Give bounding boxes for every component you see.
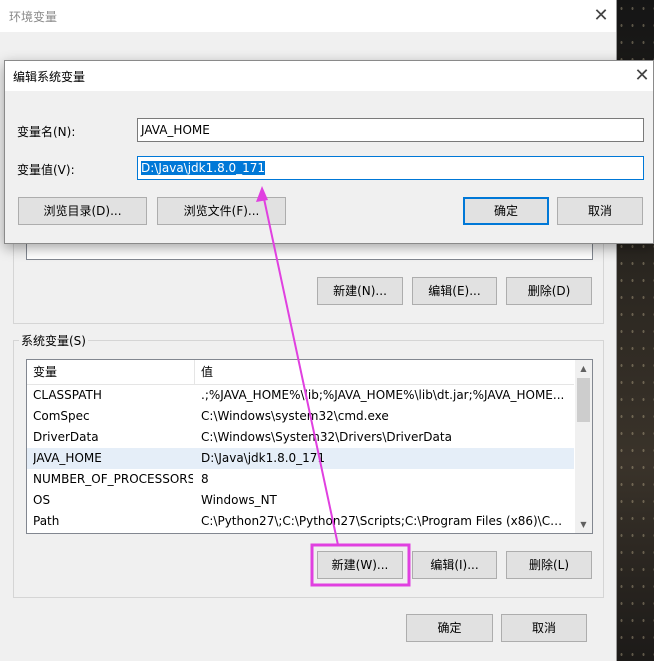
system-var-new-button[interactable]: 新建(W)...: [317, 551, 403, 579]
browse-file-button[interactable]: 浏览文件(F)...: [157, 197, 286, 225]
row-value: 8: [201, 472, 209, 486]
table-row[interactable]: CLASSPATH .;%JAVA_HOME%\lib;%JAVA_HOME%\…: [27, 385, 574, 406]
close-icon[interactable]: ✕: [627, 64, 654, 88]
edit-cancel-button[interactable]: 取消: [557, 197, 643, 225]
edit-dialog-titlebar: 编辑系统变量 ✕: [5, 61, 653, 91]
row-value: C:\Python27\;C:\Python27\Scripts;C:\Prog…: [201, 514, 568, 528]
table-row[interactable]: DriverData C:\Windows\System32\Drivers\D…: [27, 427, 574, 448]
table-row-selected[interactable]: JAVA_HOME D:\Java\jdk1.8.0_171: [27, 448, 574, 469]
row-value: C:\Windows\system32\cmd.exe: [201, 409, 389, 423]
row-name: DriverData: [33, 430, 99, 444]
env-window-title: 环境变量: [9, 10, 58, 24]
table-row[interactable]: ComSpec C:\Windows\system32\cmd.exe: [27, 406, 574, 427]
env-cancel-button[interactable]: 取消: [501, 614, 587, 642]
browse-directory-button[interactable]: 浏览目录(D)...: [18, 197, 147, 225]
system-variables-list[interactable]: 变量 值 CLASSPATH .;%JAVA_HOME%\lib;%JAVA_H…: [26, 359, 593, 534]
variable-value-label: 变量值(V):: [17, 163, 75, 177]
row-name: ComSpec: [33, 409, 90, 423]
edit-dialog-title: 编辑系统变量: [13, 70, 86, 84]
variable-name-label: 变量名(N):: [17, 125, 76, 139]
selected-text: D:\Java\jdk1.8.0_171: [141, 161, 266, 175]
system-variables-label: 系统变量(S): [19, 332, 88, 349]
table-row[interactable]: Path C:\Python27\;C:\Python27\Scripts;C:…: [27, 511, 574, 532]
user-variables-group: [13, 232, 604, 324]
system-var-delete-button[interactable]: 删除(L): [506, 551, 592, 579]
env-window-titlebar: 环境变量 ✕: [0, 0, 616, 32]
row-value: Windows_NT: [201, 493, 277, 507]
row-name: CLASSPATH: [33, 388, 102, 402]
row-value: C:\Windows\System32\Drivers\DriverData: [201, 430, 452, 444]
row-name: NUMBER_OF_PROCESSORS: [33, 472, 193, 486]
scroll-up-arrow-icon[interactable]: ▲: [575, 360, 592, 377]
table-row[interactable]: OS Windows_NT: [27, 490, 574, 511]
variable-value-field[interactable]: D:\Java\jdk1.8.0_171: [137, 156, 644, 180]
env-ok-button[interactable]: 确定: [406, 614, 493, 642]
variable-name-field[interactable]: JAVA_HOME: [137, 118, 644, 142]
edit-system-variable-dialog: 编辑系统变量 ✕ 变量名(N): JAVA_HOME 变量值(V): D:\Ja…: [4, 60, 654, 244]
table-row[interactable]: NUMBER_OF_PROCESSORS 8: [27, 469, 574, 490]
row-name: Path: [33, 514, 60, 528]
row-value: .;%JAVA_HOME%\lib;%JAVA_HOME%\lib\dt.jar…: [201, 388, 565, 402]
system-var-edit-button[interactable]: 编辑(I)...: [412, 551, 497, 579]
edit-ok-button[interactable]: 确定: [463, 197, 549, 225]
vertical-scrollbar[interactable]: ▲ ▼: [575, 360, 592, 533]
column-header-value[interactable]: 值: [195, 360, 574, 384]
row-name: OS: [33, 493, 51, 507]
column-header-variable[interactable]: 变量: [27, 360, 195, 384]
list-header: 变量 值: [27, 360, 574, 385]
scroll-down-arrow-icon[interactable]: ▼: [575, 516, 592, 533]
row-value: D:\Java\jdk1.8.0_171: [201, 451, 326, 465]
scrollbar-thumb[interactable]: [577, 378, 590, 422]
close-icon[interactable]: ✕: [586, 4, 616, 28]
row-name: JAVA_HOME: [33, 451, 102, 465]
